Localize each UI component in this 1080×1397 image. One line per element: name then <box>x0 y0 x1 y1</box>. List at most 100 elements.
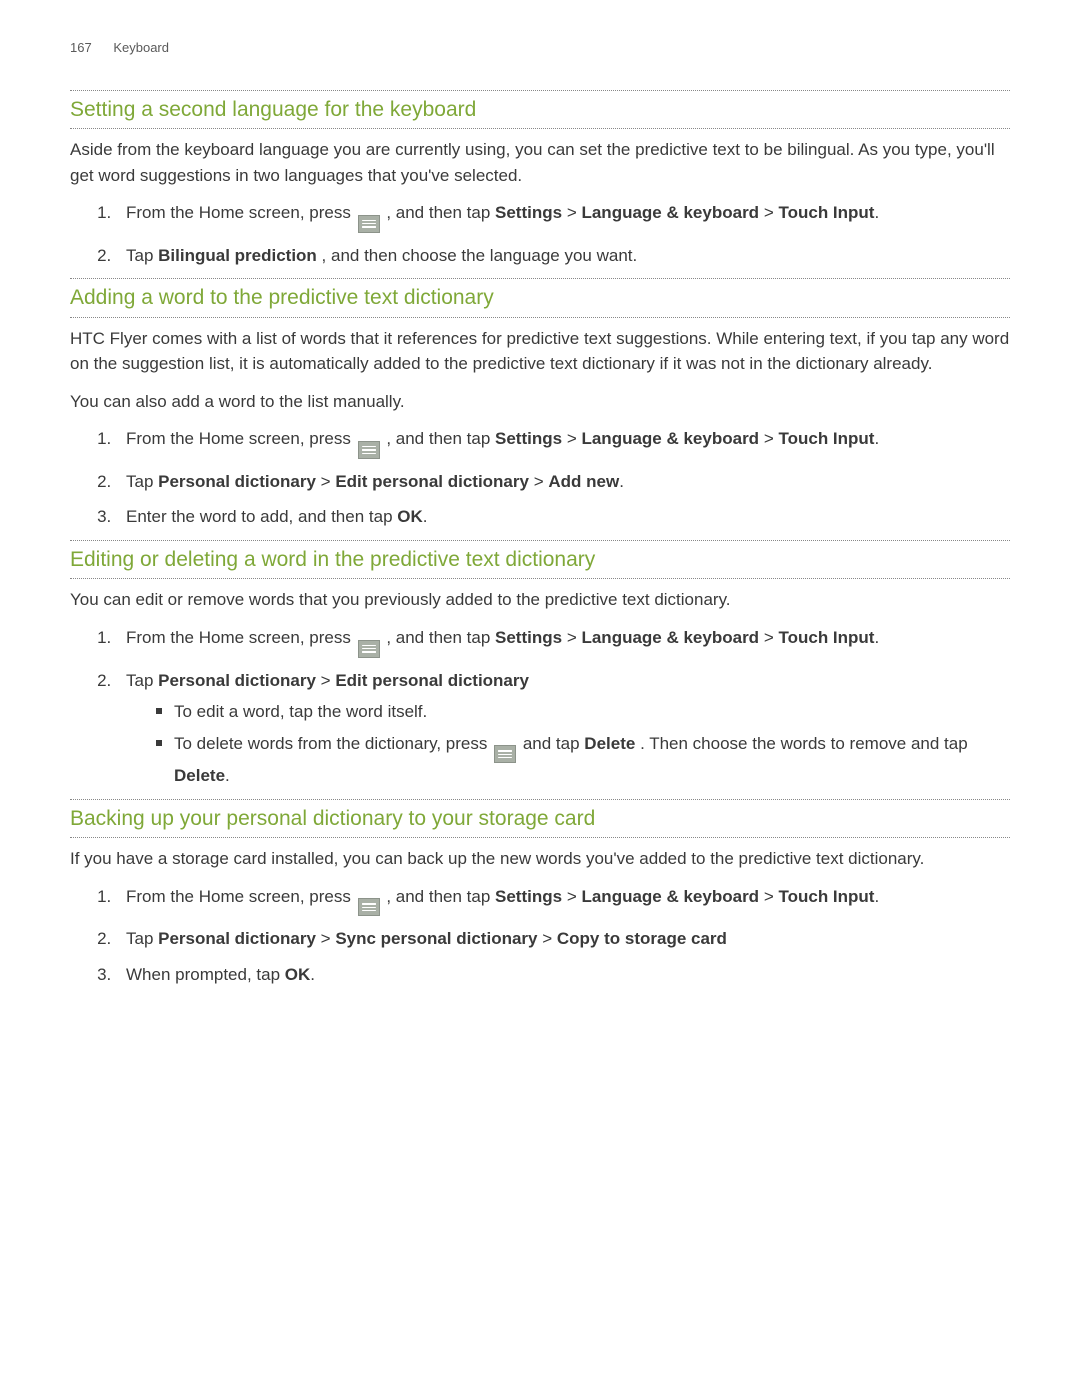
personal-dictionary-label: Personal dictionary <box>158 929 316 948</box>
section-intro: Aside from the keyboard language you are… <box>70 137 1010 188</box>
text: From the Home screen, press <box>126 429 356 448</box>
text: When prompted, tap <box>126 965 285 984</box>
section-heading: Setting a second language for the keyboa… <box>70 90 1010 130</box>
text: From the Home screen, press <box>126 887 356 906</box>
separator: > <box>534 472 549 491</box>
text: Tap <box>126 246 158 265</box>
text: , and then tap <box>386 203 495 222</box>
steps-list: From the Home screen, press , and then t… <box>70 884 1010 988</box>
separator: > <box>321 671 336 690</box>
page-header: 167 Keyboard <box>70 38 1010 58</box>
text: . Then choose the words to remove and ta… <box>640 734 968 753</box>
edit-personal-dictionary-label: Edit personal dictionary <box>335 472 529 491</box>
section-intro: You can edit or remove words that you pr… <box>70 587 1010 613</box>
steps-list: From the Home screen, press , and then t… <box>70 625 1010 789</box>
separator: > <box>542 929 557 948</box>
bullet-edit-word: To edit a word, tap the word itself. <box>156 699 1010 725</box>
text: From the Home screen, press <box>126 203 356 222</box>
settings-label: Settings <box>495 429 562 448</box>
step-1: From the Home screen, press , and then t… <box>116 426 1010 459</box>
text: , and then tap <box>386 429 495 448</box>
separator: > <box>567 203 582 222</box>
text: , and then choose the language you want. <box>322 246 638 265</box>
text: Tap <box>126 929 158 948</box>
settings-label: Settings <box>495 203 562 222</box>
section-add-word: Adding a word to the predictive text dic… <box>70 278 1010 530</box>
period: . <box>874 429 879 448</box>
step-2: Tap Personal dictionary > Edit personal … <box>116 668 1010 789</box>
touch-input-label: Touch Input <box>778 429 874 448</box>
separator: > <box>321 929 336 948</box>
step-1: From the Home screen, press , and then t… <box>116 625 1010 658</box>
section-backup-dictionary: Backing up your personal dictionary to y… <box>70 799 1010 988</box>
period: . <box>619 472 624 491</box>
section-heading: Editing or deleting a word in the predic… <box>70 540 1010 580</box>
menu-icon <box>358 640 380 658</box>
menu-icon <box>358 215 380 233</box>
text: , and then tap <box>386 628 495 647</box>
edit-personal-dictionary-label: Edit personal dictionary <box>335 671 529 690</box>
text: Tap <box>126 671 158 690</box>
text: To delete words from the dictionary, pre… <box>174 734 492 753</box>
personal-dictionary-label: Personal dictionary <box>158 671 316 690</box>
separator: > <box>764 628 779 647</box>
text: To edit a word, tap the word itself. <box>174 702 427 721</box>
touch-input-label: Touch Input <box>778 203 874 222</box>
separator: > <box>567 887 582 906</box>
steps-list: From the Home screen, press , and then t… <box>70 426 1010 530</box>
step-3: Enter the word to add, and then tap OK. <box>116 504 1010 530</box>
menu-icon <box>358 441 380 459</box>
step-2: Tap Bilingual prediction , and then choo… <box>116 243 1010 269</box>
delete-label: Delete <box>174 766 225 785</box>
personal-dictionary-label: Personal dictionary <box>158 472 316 491</box>
copy-to-storage-card-label: Copy to storage card <box>557 929 727 948</box>
period: . <box>874 203 879 222</box>
separator: > <box>567 429 582 448</box>
page-number: 167 <box>70 40 92 55</box>
language-keyboard-label: Language & keyboard <box>581 887 759 906</box>
separator: > <box>567 628 582 647</box>
period: . <box>874 887 879 906</box>
step-3: When prompted, tap OK. <box>116 962 1010 988</box>
period: . <box>310 965 315 984</box>
language-keyboard-label: Language & keyboard <box>581 203 759 222</box>
menu-icon <box>358 898 380 916</box>
add-new-label: Add new <box>548 472 619 491</box>
bilingual-prediction-label: Bilingual prediction <box>158 246 317 265</box>
text: Enter the word to add, and then tap <box>126 507 397 526</box>
section-edit-delete-word: Editing or deleting a word in the predic… <box>70 540 1010 789</box>
text: From the Home screen, press <box>126 628 356 647</box>
language-keyboard-label: Language & keyboard <box>581 429 759 448</box>
step-1: From the Home screen, press , and then t… <box>116 884 1010 917</box>
section-intro-2: You can also add a word to the list manu… <box>70 389 1010 415</box>
settings-label: Settings <box>495 887 562 906</box>
separator: > <box>321 472 336 491</box>
steps-list: From the Home screen, press , and then t… <box>70 200 1010 268</box>
menu-icon <box>494 745 516 763</box>
ok-label: OK <box>397 507 423 526</box>
period: . <box>225 766 230 785</box>
section-second-language: Setting a second language for the keyboa… <box>70 90 1010 269</box>
delete-label: Delete <box>584 734 635 753</box>
sync-personal-dictionary-label: Sync personal dictionary <box>335 929 537 948</box>
step-2: Tap Personal dictionary > Sync personal … <box>116 926 1010 952</box>
header-section-name: Keyboard <box>113 40 169 55</box>
step-1: From the Home screen, press , and then t… <box>116 200 1010 233</box>
settings-label: Settings <box>495 628 562 647</box>
bullet-delete-word: To delete words from the dictionary, pre… <box>156 731 1010 789</box>
ok-label: OK <box>285 965 311 984</box>
section-intro: If you have a storage card installed, yo… <box>70 846 1010 872</box>
touch-input-label: Touch Input <box>778 887 874 906</box>
step-2: Tap Personal dictionary > Edit personal … <box>116 469 1010 495</box>
period: . <box>423 507 428 526</box>
text: and tap <box>523 734 584 753</box>
text: , and then tap <box>386 887 495 906</box>
sub-bullets: To edit a word, tap the word itself. To … <box>126 699 1010 789</box>
period: . <box>874 628 879 647</box>
section-heading: Adding a word to the predictive text dic… <box>70 278 1010 318</box>
section-heading: Backing up your personal dictionary to y… <box>70 799 1010 839</box>
section-intro: HTC Flyer comes with a list of words tha… <box>70 326 1010 377</box>
separator: > <box>764 203 779 222</box>
separator: > <box>764 887 779 906</box>
text: Tap <box>126 472 158 491</box>
